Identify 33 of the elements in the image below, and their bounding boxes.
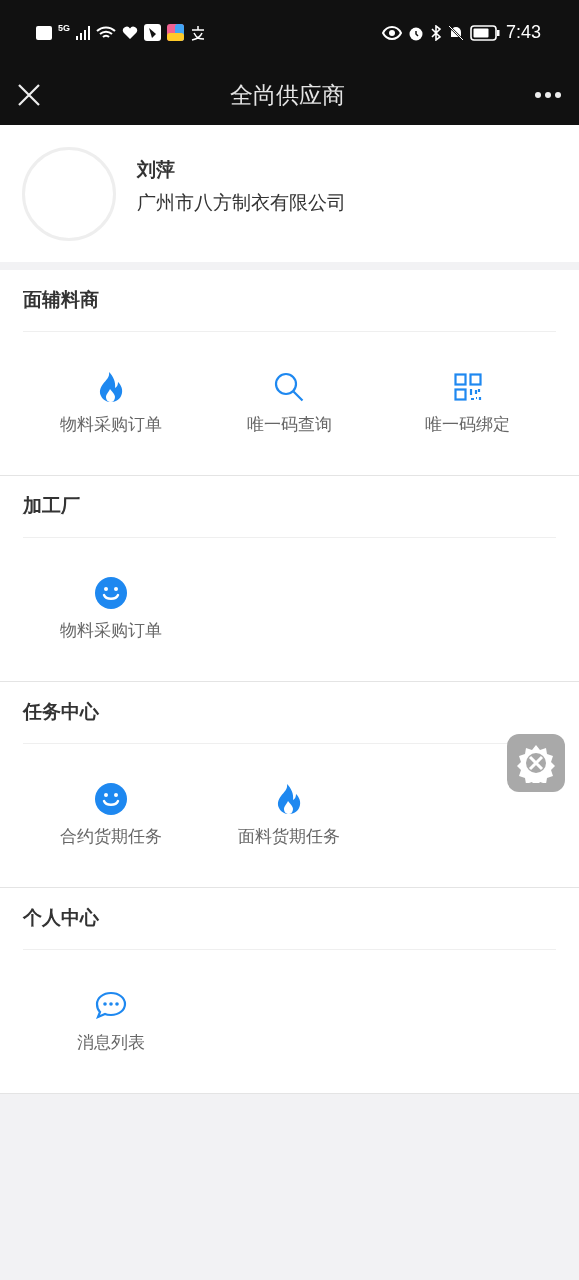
qr-code-icon — [453, 373, 482, 401]
eye-icon — [381, 25, 402, 40]
smiley-icon — [95, 577, 128, 609]
more-icon[interactable] — [535, 92, 561, 98]
hd-icon — [36, 25, 52, 40]
close-icon[interactable] — [18, 84, 40, 106]
company-name: 广州市八方制衣有限公司 — [137, 190, 346, 215]
menu-item[interactable]: 唯一码绑定 — [378, 370, 557, 438]
menu-item[interactable]: 合约货期任务 — [22, 782, 201, 850]
app-icon — [144, 24, 161, 41]
section-title: 任务中心 — [23, 700, 99, 725]
signal-icon — [76, 25, 90, 40]
section-title: 面辅料商 — [23, 288, 99, 313]
menu-item[interactable]: 物料采购订单 — [22, 370, 201, 438]
section-title: 加工厂 — [23, 494, 80, 519]
status-time: 7:43 — [505, 21, 541, 44]
menu-item[interactable]: 唯一码查询 — [200, 370, 379, 438]
heart-icon — [122, 25, 138, 40]
smiley-icon — [95, 783, 128, 815]
chat-bubble-icon — [95, 991, 128, 1019]
app-icon — [190, 24, 206, 41]
menu-item[interactable]: 物料采购订单 — [22, 576, 201, 644]
section-title: 个人中心 — [23, 906, 99, 931]
app-icon — [167, 24, 184, 41]
bluetooth-icon — [429, 24, 442, 41]
muted-bell-icon — [447, 24, 464, 41]
network-type: 5G — [58, 21, 70, 35]
menu-item[interactable]: 消息列表 — [22, 988, 201, 1056]
search-icon — [274, 372, 305, 402]
menu-item[interactable]: 面料货期任务 — [200, 782, 379, 850]
user-name: 刘萍 — [137, 158, 176, 182]
battery-icon — [469, 24, 500, 41]
page-title: 全尚供应商 — [230, 80, 345, 110]
